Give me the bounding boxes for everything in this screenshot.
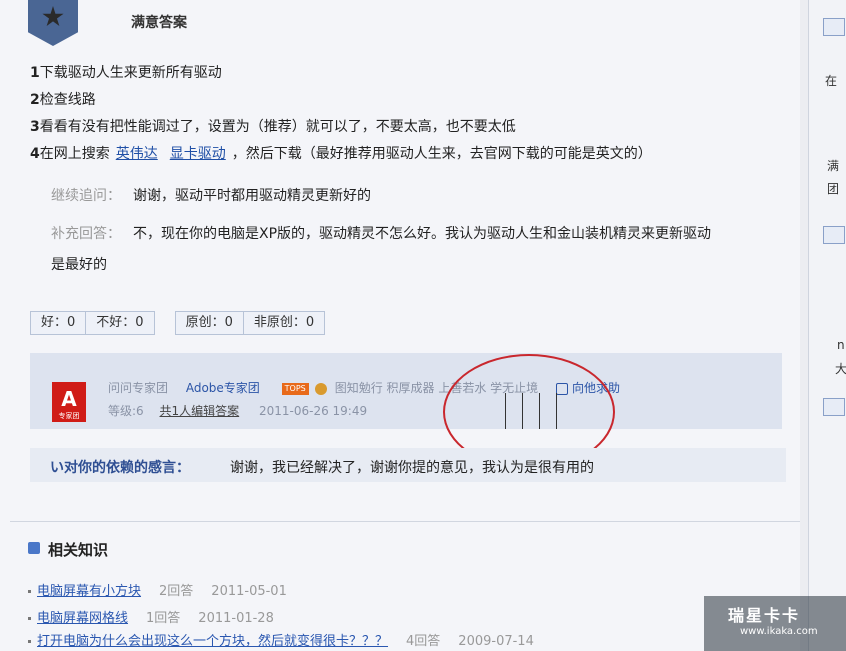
best-answer-badge-icon — [28, 0, 78, 46]
related-knowledge-title: 相关知识 — [48, 541, 109, 559]
nvidia-link[interactable]: 英伟达 — [116, 146, 158, 162]
text-cursor-marks — [505, 393, 559, 429]
originality-group: 原创：0 非原创：0 — [174, 311, 326, 335]
list-item: 电脑屏幕有小方块 2回答 2011-05-01 — [28, 580, 287, 599]
editors-link[interactable]: 共1人编辑答案 — [160, 404, 240, 418]
bullet-icon — [28, 617, 31, 620]
expert-card: A 专家团 问问专家团 Adobe专家团 TOPS 图知勉行 积厚成器 上善若水 … — [30, 353, 782, 429]
good-button[interactable]: 好：0 — [31, 312, 87, 334]
watermark: 瑞星卡卡 www.ikaka.com — [704, 596, 846, 651]
divider — [10, 521, 800, 522]
rating-group: 好：0 不好：0 — [30, 311, 155, 335]
main-content: 满意答案 1下载驱动人生来更新所有驱动 2检查线路 3看看有没有把性能调过了，设… — [0, 0, 800, 651]
sidebar-text: 大 — [835, 362, 846, 376]
sidebar-text: 在 — [825, 74, 838, 88]
tops-badge: TOPS — [281, 382, 309, 395]
sidebar-button[interactable] — [823, 18, 845, 36]
medal-icon — [314, 382, 327, 395]
sidebar-button[interactable] — [823, 398, 845, 416]
related-knowledge-icon — [28, 542, 40, 554]
sidebar-button[interactable] — [823, 226, 845, 244]
adobe-logo: A 专家团 — [52, 382, 86, 422]
bullet-icon — [28, 640, 31, 643]
right-sidebar: 在 满 团 n 大 — [808, 0, 846, 651]
sidebar-text: 满 — [827, 159, 840, 173]
sidebar-text: 团 — [827, 182, 840, 196]
answer-step-1: 1下载驱动人生来更新所有驱动 — [30, 65, 222, 81]
thanks-box: い对你的依赖的感言： 谢谢，我已经解决了，谢谢你提的意见，我认为是很有用的 — [30, 448, 786, 482]
supplement-answer: 补充回答： 不，现在你的电脑是XP版的，驱动精灵不怎么好。我认为驱动人生和金山装机… — [51, 226, 712, 242]
best-answer-title: 满意答案 — [131, 15, 187, 31]
bullet-icon — [28, 590, 31, 593]
sidebar-text: n — [837, 338, 845, 352]
answer-time: 2011-06-26 19:49 — [258, 404, 368, 418]
expert-line-2: 等级:6 共1人编辑答案 2011-06-26 19:49 — [108, 404, 368, 418]
bad-button[interactable]: 不好：0 — [86, 312, 153, 334]
original-button[interactable]: 原创：0 — [176, 312, 244, 334]
answer-step-4: 4在网上搜索 英伟达 显卡驱动 ，然后下载（最好推荐用驱动人生来，去官网下载的可能是英… — [30, 146, 652, 162]
list-item: 打开电脑为什么会出现这么一个方块，然后就变得很卡？？？ 4回答 2009-07-14 — [28, 630, 534, 649]
followup-question: 继续追问： 谢谢，驱动平时都用驱动精灵更新好的 — [51, 188, 371, 204]
answer-step-2: 2检查线路 — [30, 92, 96, 108]
supplement-answer-tail: 是最好的 — [51, 257, 107, 273]
expert-name-link[interactable]: Adobe专家团 — [186, 381, 260, 395]
thanks-label: い对你的依赖的感言： — [50, 460, 190, 476]
list-item: 电脑屏幕网格线 1回答 2011-01-28 — [28, 607, 274, 626]
answer-step-3: 3看看有没有把性能调过了，设置为（推荐）就可以了，不要太高，也不要太低 — [30, 119, 516, 135]
non-original-button[interactable]: 非原创：0 — [244, 312, 324, 334]
gpu-driver-link[interactable]: 显卡驱动 — [170, 146, 226, 162]
thanks-text: 谢谢，我已经解决了，谢谢你提的意见，我认为是很有用的 — [230, 460, 594, 476]
star-icon — [42, 6, 64, 27]
vote-row: 好：0 不好：0 原创：0 非原创：0 — [30, 311, 326, 335]
